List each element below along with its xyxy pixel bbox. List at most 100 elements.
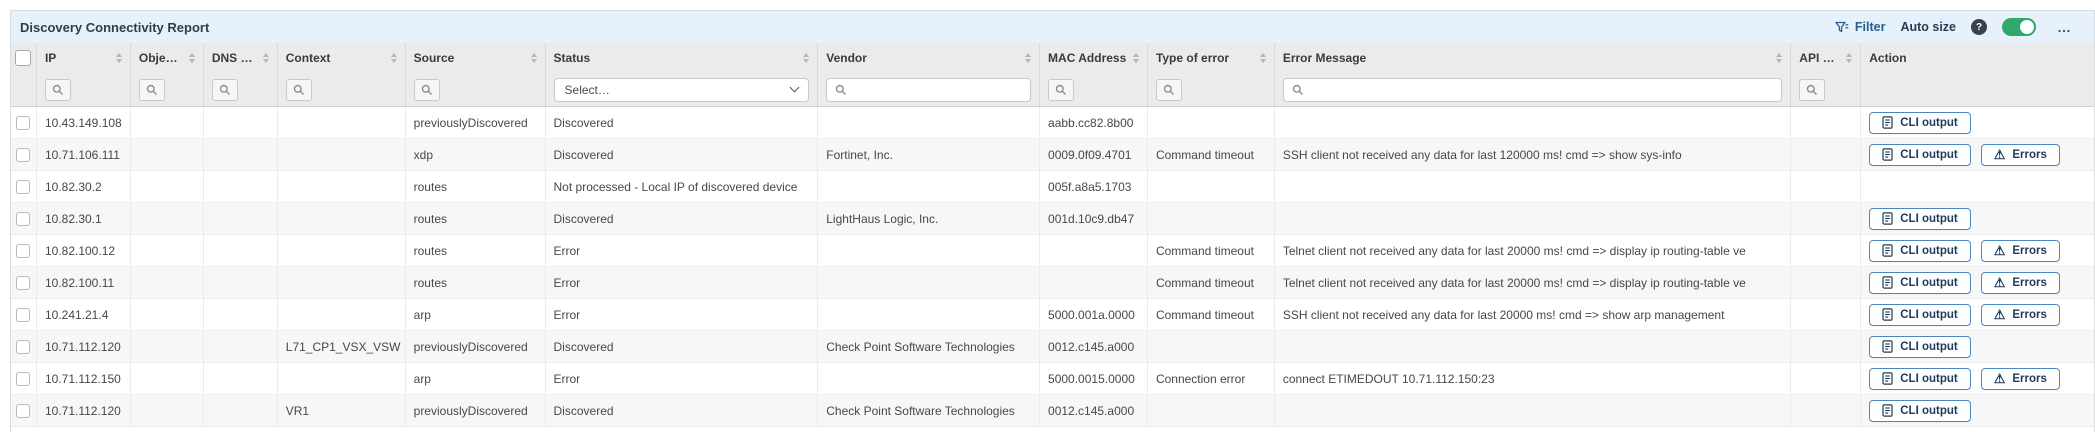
errors-button[interactable]: ⚠Errors [1981, 272, 2060, 294]
warning-icon: ⚠ [1994, 276, 2006, 289]
cell-dns [204, 395, 278, 426]
cli-output-button[interactable]: CLI output [1869, 272, 1970, 294]
cell-action: CLI output [1861, 395, 2094, 426]
row-checkbox[interactable] [16, 308, 30, 322]
warning-icon: ⚠ [1994, 148, 2006, 161]
cli-output-button[interactable]: CLI output [1869, 208, 1970, 230]
cell-mac [1040, 235, 1148, 266]
cell-source: arp [406, 299, 546, 330]
cell-mac: aabb.cc82.8b00 [1040, 107, 1148, 138]
row-checkbox[interactable] [16, 116, 30, 130]
cli-output-button[interactable]: CLI output [1869, 112, 1970, 134]
row-checkbox[interactable] [16, 180, 30, 194]
cell-context [278, 139, 406, 170]
vendor-filter-search-input[interactable] [853, 83, 1022, 97]
filter-button-label: Filter [1855, 20, 1886, 34]
column-header-mac[interactable]: MAC Address [1040, 43, 1148, 73]
source-filter-search-button[interactable] [414, 79, 440, 101]
cli-output-button[interactable]: CLI output [1869, 336, 1970, 358]
status-filter-select[interactable]: Select… [554, 78, 810, 102]
column-header-error_message[interactable]: Error Message [1275, 43, 1791, 73]
cell-action: CLI output [1861, 331, 2094, 362]
row-checkbox[interactable] [16, 244, 30, 258]
cell-text: 0009.0f09.4701 [1048, 148, 1131, 162]
help-icon[interactable]: ? [1971, 19, 1987, 35]
cell-status: Error [546, 267, 819, 298]
cli-output-button[interactable]: CLI output [1869, 368, 1970, 390]
ip-filter-search-button[interactable] [45, 79, 71, 101]
error_message-filter-search-input[interactable] [1310, 83, 1773, 97]
type_of_error-filter-search-button[interactable] [1156, 79, 1182, 101]
cell-source: previouslyDiscovered [406, 395, 546, 426]
cell-text: Not processed - Local IP of discovered d… [554, 180, 798, 194]
document-icon [1882, 212, 1893, 225]
cell-dns [204, 107, 278, 138]
cell-text: xdp [414, 148, 433, 162]
cell-ip: 10.43.149.108 [37, 107, 131, 138]
column-header-source[interactable]: Source [406, 43, 546, 73]
cell-error_message [1275, 395, 1791, 426]
cell-text: LightHaus Logic, Inc. [826, 212, 938, 226]
cell-text: 001d.10c9.db47 [1048, 212, 1134, 226]
cell-object [131, 267, 204, 298]
cell-action: CLI output ⚠Errors [1861, 235, 2094, 266]
auto-size-toggle[interactable] [2002, 18, 2036, 36]
column-header-type_of_error[interactable]: Type of error [1148, 43, 1275, 73]
cell-api [1791, 139, 1861, 170]
row-checkbox[interactable] [16, 372, 30, 386]
table-row: 10.71.106.111xdpDiscoveredFortinet, Inc.… [11, 139, 2094, 171]
cell-mac: 0012.c145.a000 [1040, 331, 1148, 362]
filter-button[interactable]: Filter [1835, 20, 1886, 34]
filter-cell-source [406, 73, 546, 106]
context-filter-search-button[interactable] [286, 79, 312, 101]
filter-cell-context [278, 73, 406, 106]
column-header-ip[interactable]: IP [37, 43, 131, 73]
dns-filter-search-button[interactable] [212, 79, 238, 101]
mac-filter-search-button[interactable] [1048, 79, 1074, 101]
action-button-label: CLI output [1900, 245, 1957, 257]
column-header-vendor[interactable]: Vendor [818, 43, 1040, 73]
cell-text: Connection error [1156, 372, 1245, 386]
cell-text: SSH client not received any data for las… [1283, 308, 1725, 322]
errors-button[interactable]: ⚠Errors [1981, 368, 2060, 390]
row-checkbox[interactable] [16, 148, 30, 162]
cli-output-button[interactable]: CLI output [1869, 400, 1970, 422]
column-header-status[interactable]: Status [546, 43, 819, 73]
cli-output-button[interactable]: CLI output [1869, 240, 1970, 262]
column-header-dns[interactable]: DNS … [204, 43, 278, 73]
errors-button[interactable]: ⚠Errors [1981, 144, 2060, 166]
row-checkbox[interactable] [16, 340, 30, 354]
filter-cell-type_of_error [1148, 73, 1275, 106]
filter-cell-mac [1040, 73, 1148, 106]
cell-context [278, 299, 406, 330]
column-header-context[interactable]: Context [278, 43, 406, 73]
row-checkbox[interactable] [16, 276, 30, 290]
cell-text: Discovered [554, 404, 614, 418]
cell-action [1861, 171, 2094, 202]
cell-text: Error [554, 244, 581, 258]
errors-button[interactable]: ⚠Errors [1981, 304, 2060, 326]
cell-text: Command timeout [1156, 308, 1254, 322]
sort-icon [531, 53, 537, 63]
column-header-object[interactable]: Obje… [131, 43, 204, 73]
cell-object [131, 203, 204, 234]
object-filter-search-button[interactable] [139, 79, 165, 101]
cell-status: Error [546, 235, 819, 266]
more-menu-button[interactable]: … [2057, 19, 2072, 35]
errors-button[interactable]: ⚠Errors [1981, 240, 2060, 262]
action-button-label: CLI output [1900, 373, 1957, 385]
cli-output-button[interactable]: CLI output [1869, 304, 1970, 326]
document-icon [1882, 276, 1893, 289]
panel-titlebar: Discovery Connectivity Report Filter Aut… [11, 11, 2094, 43]
table-row: 10.82.30.1routesDiscoveredLightHaus Logi… [11, 203, 2094, 235]
table-header-row: IPObje…DNS …ContextSourceStatusVendorMAC… [11, 43, 2094, 73]
row-checkbox[interactable] [16, 404, 30, 418]
row-checkbox[interactable] [16, 212, 30, 226]
cli-output-button[interactable]: CLI output [1869, 144, 1970, 166]
cell-action: CLI output ⚠Errors [1861, 299, 2094, 330]
cell-vendor [818, 235, 1040, 266]
cell-text: 10.71.112.150 [45, 372, 121, 386]
select-all-checkbox[interactable] [15, 50, 31, 66]
column-header-api[interactable]: API … [1791, 43, 1861, 73]
api-filter-search-button[interactable] [1799, 79, 1825, 101]
